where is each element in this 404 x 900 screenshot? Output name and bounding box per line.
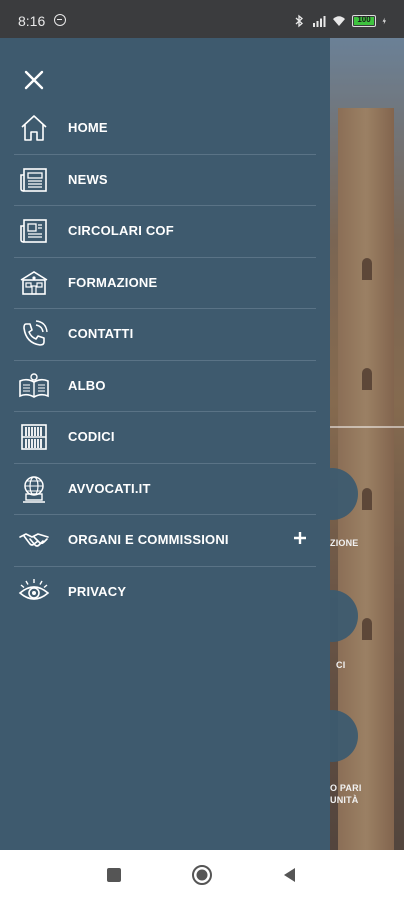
menu-item-organi-e-commissioni[interactable]: ORGANI E COMMISSIONI [0,515,330,567]
menu-item-formazione[interactable]: FORMAZIONE [0,258,330,309]
navigation-drawer: HOME NEWS CIRCOLARI COF FORMAZIONE CONTA… [0,38,330,850]
menu-item-label: AVVOCATI.IT [68,480,151,496]
phone-icon [23,320,48,346]
circular-document-icon [20,219,47,243]
drawer-menu: HOME NEWS CIRCOLARI COF FORMAZIONE CONTA… [0,103,330,618]
system-navigation-bar [0,850,404,900]
menu-item-home[interactable]: HOME [0,103,330,155]
eye-icon [18,578,50,600]
newspaper-icon [20,167,47,192]
background-label: CI [336,660,346,670]
menu-item-albo[interactable]: ALBO [0,361,330,412]
close-icon[interactable] [20,66,48,94]
menu-item-label: ORGANI E COMMISSIONI [68,532,229,547]
menu-item-avvocati-it[interactable]: AVVOCATI.IT [0,464,330,515]
bluetooth-icon [295,14,303,28]
menu-item-label: CIRCOLARI COF [68,223,174,238]
menu-item-label: CODICI [68,429,115,444]
do-not-disturb-icon [54,14,66,26]
menu-item-label: CONTATTI [68,326,134,341]
recents-icon[interactable] [104,865,124,885]
menu-item-label: PRIVACY [68,583,127,599]
menu-item-news[interactable]: NEWS [0,155,330,206]
expand-plus-icon[interactable] [292,530,308,546]
wifi-icon [333,16,345,26]
menu-item-codici[interactable]: CODICI [0,412,330,464]
status-time: 8:16 [18,13,46,29]
background-divider [330,426,404,428]
home-icon [21,115,47,141]
menu-item-privacy[interactable]: PRIVACY [0,567,330,619]
status-bar: 8:16 100 [0,0,404,38]
menu-item-label: HOME [68,120,108,135]
menu-item-label: NEWS [68,171,108,187]
menu-item-circolari-cof[interactable]: CIRCOLARI COF [0,206,330,258]
signal-icon [313,16,326,27]
bookshelf-icon [21,424,47,450]
status-icons: 100 [292,13,390,29]
charging-icon [382,17,386,25]
handshake-icon [19,533,49,547]
battery-icon: 100 [352,15,376,27]
menu-item-label: FORMAZIONE [68,274,158,290]
globe-computer-icon [23,475,45,503]
back-icon[interactable] [280,865,300,885]
open-book-icon [19,372,49,398]
menu-item-contatti[interactable]: CONTATTI [0,309,330,361]
battery-label: 100 [357,15,371,24]
background-label: UNITÀ [330,795,359,805]
menu-item-label: ALBO [68,377,106,393]
background-screen: ZIONE CI O PARI UNITÀ [330,38,404,850]
home-circle-icon[interactable] [191,864,213,886]
school-building-icon [20,270,48,295]
background-label: O PARI [330,783,362,793]
background-label: ZIONE [330,538,359,548]
